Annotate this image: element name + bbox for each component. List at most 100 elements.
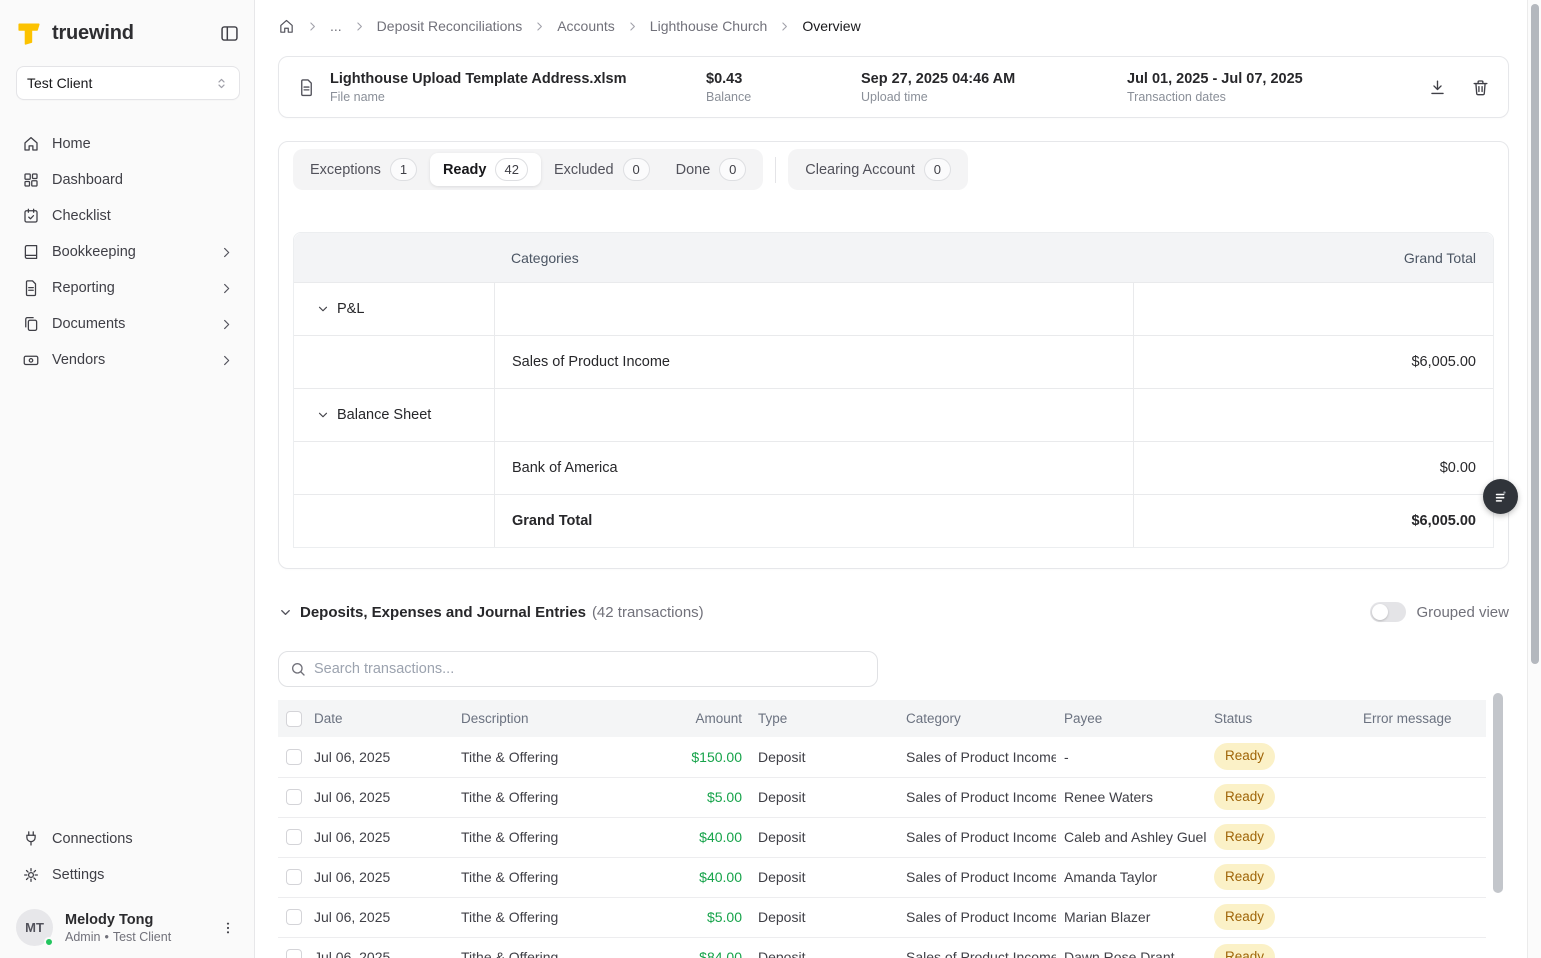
chevron-down-icon[interactable] — [316, 408, 330, 422]
cell-category: Sales of Product Income — [898, 897, 1056, 937]
gear-icon — [22, 866, 40, 884]
summary-item-row: Sales of Product Income $6,005.00 — [294, 335, 1493, 388]
sidebar-item-settings[interactable]: Settings — [16, 857, 240, 893]
breadcrumb-ellipsis[interactable]: ... — [330, 18, 342, 34]
tab-done[interactable]: Done 0 — [663, 153, 760, 186]
home-breadcrumb-icon[interactable] — [278, 18, 295, 35]
row-checkbox[interactable] — [286, 949, 302, 958]
cell-date: Jul 06, 2025 — [306, 937, 453, 958]
cell-type: Deposit — [750, 937, 898, 958]
upload-time-value: Sep 27, 2025 04:46 AM — [861, 71, 1127, 87]
sidebar-item-documents[interactable]: Documents — [16, 306, 240, 342]
tab-count-badge: 0 — [719, 158, 746, 181]
chevron-right-icon — [219, 353, 234, 368]
tab-count-badge: 0 — [623, 158, 650, 181]
breadcrumb-item[interactable]: Deposit Reconciliations — [377, 18, 523, 34]
cell-amount: $5.00 — [638, 777, 750, 817]
transaction-row[interactable]: Jul 06, 2025 Tithe & Offering $5.00 Depo… — [278, 777, 1486, 817]
grand-total-header: Grand Total — [1133, 250, 1493, 266]
plug-icon — [22, 830, 40, 848]
user-name: Melody Tong — [65, 912, 171, 928]
category-cell: Sales of Product Income — [494, 336, 1133, 388]
tab-exceptions[interactable]: Exceptions 1 — [297, 153, 430, 186]
row-checkbox[interactable] — [286, 789, 302, 805]
sidebar-item-home[interactable]: Home — [16, 126, 240, 162]
row-checkbox[interactable] — [286, 869, 302, 885]
user-menu-kebab-icon[interactable] — [216, 916, 240, 940]
summary-table: Categories Grand Total P&L Sales of Prod… — [293, 232, 1494, 548]
floating-actions-button[interactable] — [1483, 479, 1518, 514]
sidebar-item-bookkeeping[interactable]: Bookkeeping — [16, 234, 240, 270]
cell-payee: Dawn Rose Drant — [1056, 937, 1206, 958]
cell-category: Sales of Product Income — [898, 737, 1056, 777]
brand-row: truewind — [16, 14, 240, 52]
truewind-logo-icon — [16, 20, 42, 46]
row-checkbox[interactable] — [286, 829, 302, 845]
tab-count-badge: 42 — [495, 158, 527, 181]
clearing-tab-group: Clearing Account 0 — [788, 149, 968, 190]
search-icon — [290, 661, 306, 677]
row-checkbox[interactable] — [286, 749, 302, 765]
sidebar-item-connections[interactable]: Connections — [16, 821, 240, 857]
transactions-table: Date Description Amount Type Category Pa… — [278, 700, 1486, 958]
window-scrollbar[interactable] — [1527, 0, 1541, 958]
chevrons-up-down-icon — [214, 76, 229, 91]
breadcrumb-item[interactable]: Lighthouse Church — [650, 18, 768, 34]
transaction-row[interactable]: Jul 06, 2025 Tithe & Offering $84.00 Dep… — [278, 937, 1486, 958]
sidebar-item-label: Dashboard — [52, 172, 123, 188]
tab-excluded[interactable]: Excluded 0 — [541, 153, 663, 186]
table-scrollbar-thumb[interactable] — [1493, 693, 1503, 893]
sidebar: truewind Test Client Home Dashboard Chec — [0, 0, 255, 958]
cell-error-message — [1355, 897, 1486, 937]
transaction-row[interactable]: Jul 06, 2025 Tithe & Offering $40.00 Dep… — [278, 817, 1486, 857]
cell-payee: Renee Waters — [1056, 777, 1206, 817]
chevron-right-icon — [219, 317, 234, 332]
file-info-card: Lighthouse Upload Template Address.xlsm … — [278, 56, 1509, 118]
file-name: Lighthouse Upload Template Address.xlsm — [330, 71, 706, 87]
window-scrollbar-thumb[interactable] — [1531, 4, 1539, 664]
cell-type: Deposit — [750, 897, 898, 937]
cell-error-message — [1355, 937, 1486, 958]
collapse-sidebar-icon[interactable] — [219, 23, 240, 44]
tab-clearing-account[interactable]: Clearing Account 0 — [792, 153, 964, 186]
cell-category: Sales of Product Income — [898, 817, 1056, 857]
cell-category: Sales of Product Income — [898, 857, 1056, 897]
cell-amount: $5.00 — [638, 897, 750, 937]
sidebar-item-reporting[interactable]: Reporting — [16, 270, 240, 306]
transaction-dates-label: Transaction dates — [1127, 90, 1428, 104]
chevron-right-icon — [219, 281, 234, 296]
sidebar-item-vendors[interactable]: Vendors — [16, 342, 240, 378]
sidebar-item-checklist[interactable]: Checklist — [16, 198, 240, 234]
tab-ready[interactable]: Ready 42 — [430, 153, 541, 186]
chevron-right-icon — [533, 20, 546, 33]
transaction-dates-block: Jul 01, 2025 - Jul 07, 2025 Transaction … — [1127, 71, 1428, 104]
sidebar-item-dashboard[interactable]: Dashboard — [16, 162, 240, 198]
transaction-row[interactable]: Jul 06, 2025 Tithe & Offering $5.00 Depo… — [278, 897, 1486, 937]
col-date: Date — [306, 700, 453, 737]
grouped-view-toggle[interactable] — [1370, 602, 1406, 622]
cell-description: Tithe & Offering — [453, 737, 638, 777]
download-icon[interactable] — [1428, 78, 1447, 97]
search-input[interactable] — [314, 661, 866, 677]
cell-payee: - — [1056, 737, 1206, 777]
cell-amount: $40.00 — [638, 857, 750, 897]
select-all-checkbox[interactable] — [286, 711, 302, 727]
sidebar-nav: Home Dashboard Checklist Bookkeeping Rep… — [16, 126, 240, 378]
breadcrumb-item[interactable]: Accounts — [557, 18, 615, 34]
trash-icon[interactable] — [1471, 78, 1490, 97]
transaction-row[interactable]: Jul 06, 2025 Tithe & Offering $40.00 Dep… — [278, 857, 1486, 897]
transactions-section-header: Deposits, Expenses and Journal Entries (… — [278, 597, 1509, 627]
chevron-down-icon[interactable] — [316, 302, 330, 316]
cell-date: Jul 06, 2025 — [306, 777, 453, 817]
cell-date: Jul 06, 2025 — [306, 737, 453, 777]
chevron-down-icon[interactable] — [278, 605, 293, 620]
transaction-row[interactable]: Jul 06, 2025 Tithe & Offering $150.00 De… — [278, 737, 1486, 777]
client-selector[interactable]: Test Client — [16, 66, 240, 100]
cell-description: Tithe & Offering — [453, 857, 638, 897]
chevron-right-icon — [219, 245, 234, 260]
cell-payee: Marian Blazer — [1056, 897, 1206, 937]
user-profile[interactable]: MT Melody Tong Admin•Test Client — [16, 909, 240, 946]
balance-value: $0.43 — [706, 71, 861, 87]
cell-payee: Amanda Taylor — [1056, 857, 1206, 897]
row-checkbox[interactable] — [286, 909, 302, 925]
